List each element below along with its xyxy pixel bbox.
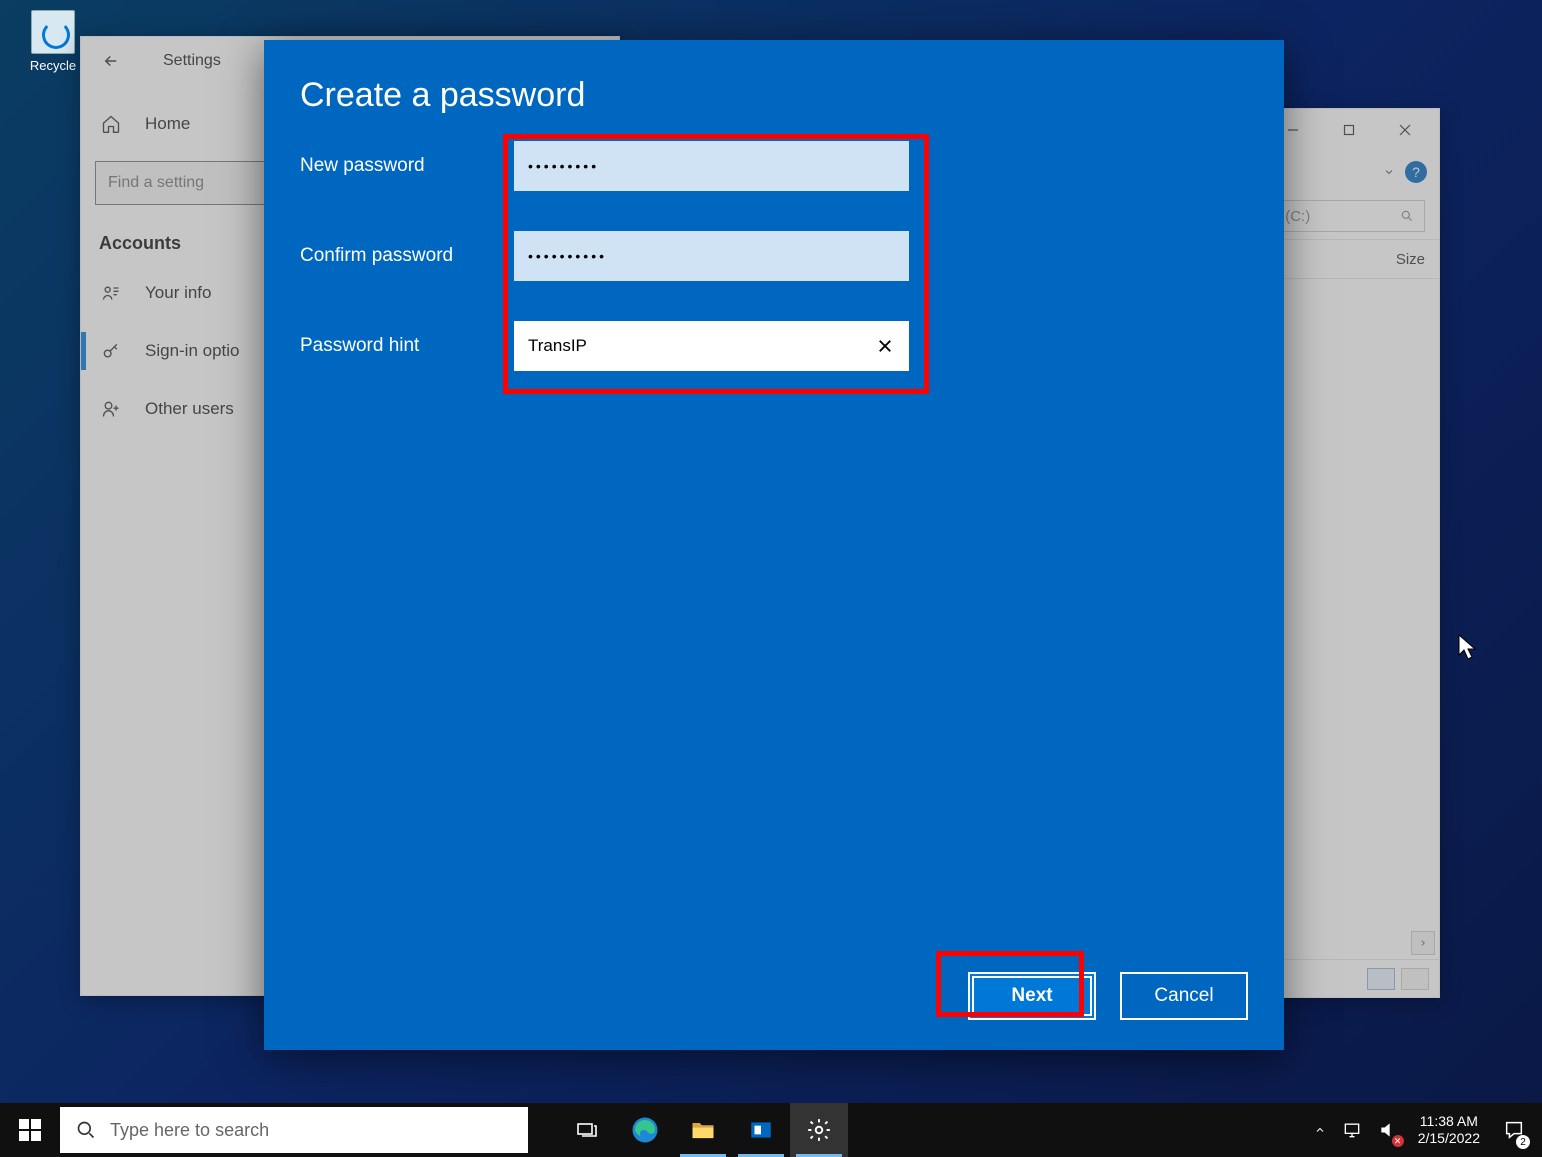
confirm-password-label: Confirm password — [300, 245, 514, 267]
view-icons-button[interactable] — [1401, 968, 1429, 990]
chevron-down-icon[interactable] — [1383, 166, 1395, 178]
tray-clock[interactable]: 11:38 AM 2/15/2022 — [1406, 1103, 1492, 1157]
recycle-bin[interactable]: Recycle — [18, 10, 88, 73]
taskbar-app-generic[interactable] — [732, 1103, 790, 1157]
close-button[interactable] — [1377, 112, 1433, 148]
new-password-label: New password — [300, 155, 514, 177]
create-password-dialog: Create a password New password Confirm p… — [264, 40, 1284, 1050]
taskbar-search[interactable]: Type here to search — [60, 1107, 528, 1153]
clear-hint-button[interactable] — [861, 321, 909, 371]
view-details-button[interactable] — [1367, 968, 1395, 990]
nav-signin-label: Sign-in optio — [145, 341, 240, 361]
cancel-button[interactable]: Cancel — [1120, 972, 1248, 1020]
dialog-title: Create a password — [300, 76, 1248, 115]
task-view-button[interactable] — [558, 1103, 616, 1157]
confirm-password-input[interactable] — [514, 231, 909, 281]
home-icon — [99, 112, 123, 136]
nav-your-info-label: Your info — [145, 283, 211, 303]
tray-volume-icon[interactable]: ✕ — [1370, 1103, 1406, 1157]
scroll-right-button[interactable] — [1411, 931, 1435, 955]
nav-home-label: Home — [145, 114, 190, 134]
taskbar: Type here to search ✕ 11:38 AM — [0, 1103, 1542, 1157]
new-password-input[interactable] — [514, 141, 909, 191]
tray-time: 11:38 AM — [1420, 1113, 1478, 1131]
nav-other-users-label: Other users — [145, 399, 234, 419]
password-hint-input[interactable] — [514, 321, 909, 371]
windows-logo-icon — [19, 1119, 41, 1141]
maximize-button[interactable] — [1321, 112, 1377, 148]
settings-title: Settings — [163, 52, 221, 70]
notif-badge: 2 — [1516, 1135, 1530, 1149]
next-button[interactable]: Next — [968, 972, 1096, 1020]
file-explorer-button[interactable] — [674, 1103, 732, 1157]
recycle-bin-label: Recycle — [18, 58, 88, 73]
password-hint-label: Password hint — [300, 335, 514, 357]
back-button[interactable] — [99, 49, 123, 73]
tray-overflow[interactable] — [1306, 1103, 1334, 1157]
recycle-bin-icon — [31, 10, 75, 54]
start-button[interactable] — [0, 1103, 60, 1157]
person-card-icon — [99, 281, 123, 305]
key-icon — [99, 339, 123, 363]
person-plus-icon — [99, 397, 123, 421]
tray-date: 2/15/2022 — [1418, 1130, 1480, 1148]
tray-network-icon[interactable] — [1334, 1103, 1370, 1157]
help-icon[interactable]: ? — [1405, 161, 1427, 183]
settings-taskbar-button[interactable] — [790, 1103, 848, 1157]
column-size[interactable]: Size — [1396, 251, 1425, 268]
taskbar-search-placeholder: Type here to search — [110, 1120, 269, 1141]
mouse-cursor — [1458, 634, 1478, 662]
edge-browser-button[interactable] — [616, 1103, 674, 1157]
action-center-button[interactable]: 2 — [1492, 1103, 1536, 1157]
search-icon — [1400, 209, 1414, 223]
search-icon — [76, 1120, 96, 1140]
